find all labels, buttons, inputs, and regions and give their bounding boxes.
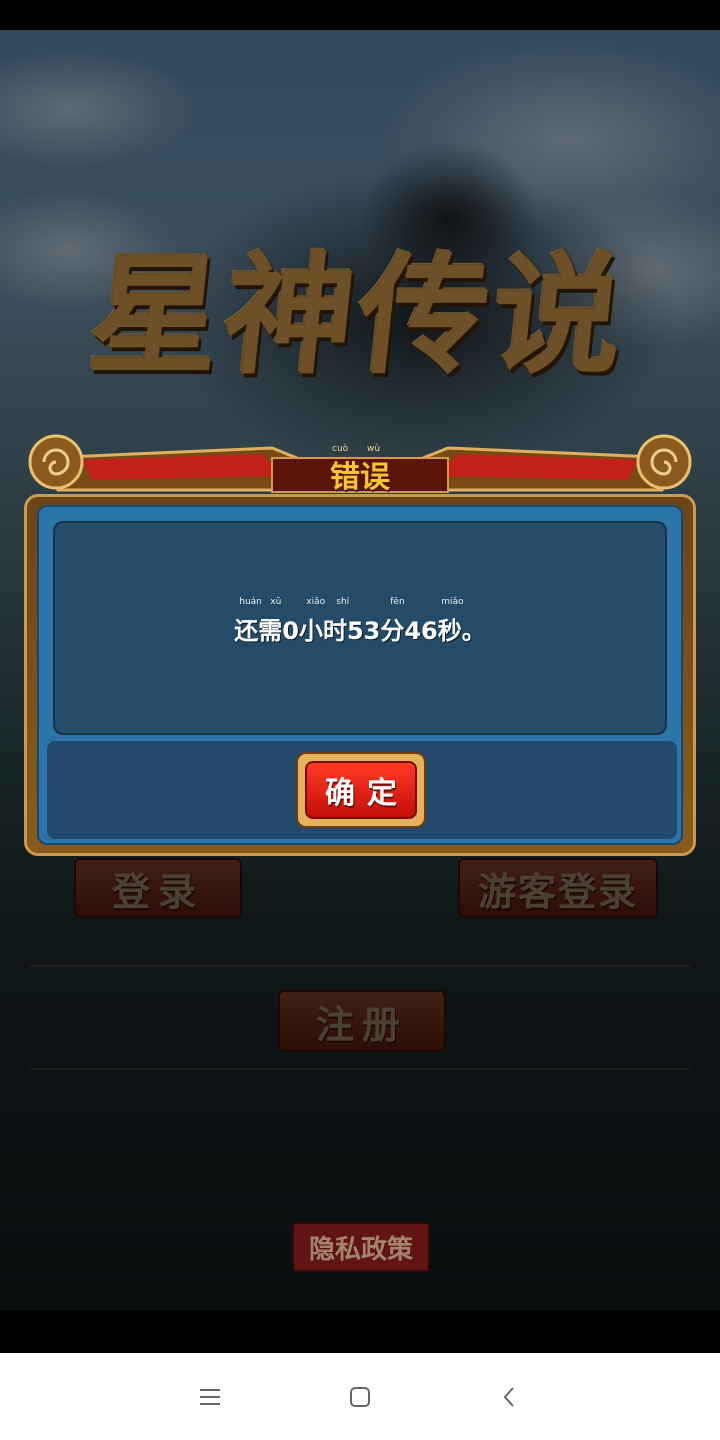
confirm-button-label: 确定 [305, 761, 417, 819]
message-box: huán xū xiǎo shí fēn miǎo 还需0小时53分46秒。 [53, 521, 667, 735]
chevron-left-icon[interactable] [490, 1377, 530, 1417]
error-dialog: huán xū xiǎo shí fēn miǎo 还需0小时53分46秒。 c… [22, 418, 698, 858]
pinyin-shi: shí [336, 596, 350, 607]
status-bar [0, 0, 720, 30]
error-message: 还需0小时53分46秒。 [234, 616, 486, 645]
square-home-icon[interactable] [340, 1377, 380, 1417]
pinyin-miao: miǎo [441, 596, 464, 607]
menu-lines-icon[interactable] [190, 1377, 230, 1417]
confirm-button[interactable]: 确定 [296, 752, 426, 828]
pinyin-huan: huán [239, 596, 262, 607]
pinyin-fen: fēn [390, 596, 405, 607]
message-wrap: huán xū xiǎo shí fēn miǎo 还需0小时53分46秒。 [234, 597, 486, 646]
screen-bottom-bar [0, 1310, 720, 1353]
pinyin-xu: xū [270, 596, 282, 607]
dialog-title: 错误 [330, 460, 390, 495]
system-navigation-bar [0, 1353, 720, 1440]
pinyin-xiao: xiǎo [306, 596, 326, 607]
privacy-policy-button[interactable]: 隐私政策 [292, 1222, 430, 1272]
